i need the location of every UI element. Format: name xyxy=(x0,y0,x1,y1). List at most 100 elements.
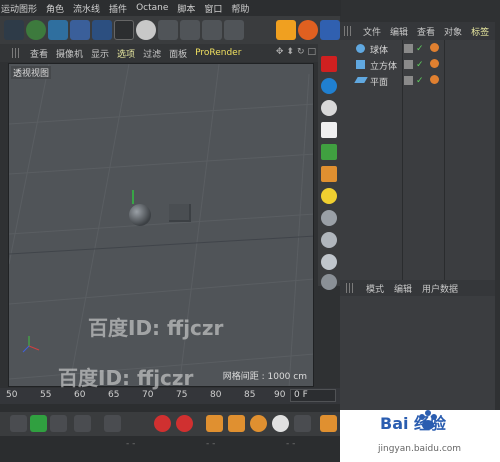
main-toolbar xyxy=(0,16,340,44)
object-manager-menubar: 文件 编辑 查看 对象 标签 xyxy=(340,22,495,40)
sphere-object[interactable] xyxy=(129,204,151,226)
timeline-tick: 55 xyxy=(40,390,52,400)
am-menu-edit[interactable]: 编辑 xyxy=(394,282,412,295)
list-item[interactable]: 立方体 ✓ xyxy=(340,58,495,72)
octane-icon[interactable] xyxy=(276,20,296,40)
scale-key-icon[interactable] xyxy=(228,415,245,432)
menu-script[interactable]: 脚本 xyxy=(177,2,195,15)
sphere-material-icon[interactable] xyxy=(321,210,337,226)
scene-icon[interactable] xyxy=(224,20,244,40)
loop-icon[interactable] xyxy=(74,415,91,432)
octane-tag-icon[interactable] xyxy=(430,75,439,84)
timeline-tick: 70 xyxy=(142,390,154,400)
timeline-editor-icon[interactable] xyxy=(320,415,337,432)
nurbs-icon[interactable] xyxy=(70,20,90,40)
menu-octane[interactable]: Octane xyxy=(136,3,168,13)
pla-key-icon[interactable] xyxy=(294,415,311,432)
attribute-manager-menubar: 模式 编辑 用户数据 xyxy=(340,280,495,296)
separator-dots: - - xyxy=(126,439,136,449)
move-view-icon[interactable]: ✥ xyxy=(276,47,284,57)
timeline-scrubber[interactable] xyxy=(0,404,340,412)
timeline-tick: 90 xyxy=(274,390,286,400)
target-icon[interactable] xyxy=(321,100,337,116)
watermark: 百度ID: ffjczr xyxy=(58,366,194,390)
rotate-view-icon[interactable]: ↻ xyxy=(297,47,305,57)
sun-icon[interactable] xyxy=(321,188,337,204)
om-menu-tags[interactable]: 标签 xyxy=(471,25,489,38)
layer-tag-icon[interactable] xyxy=(404,60,413,69)
gloss-material-icon[interactable] xyxy=(321,232,337,248)
menu-pipeline[interactable]: 流水线 xyxy=(73,2,100,15)
menu-plugins[interactable]: 插件 xyxy=(109,2,127,15)
om-menu-edit[interactable]: 编辑 xyxy=(390,25,408,38)
viewport-menu-camera[interactable]: 摄像机 xyxy=(56,47,83,60)
viewport-nav-controls: ✥ ⬍ ↻ □ xyxy=(276,47,316,57)
menu-character[interactable]: 角色 xyxy=(46,2,64,15)
camera-icon[interactable] xyxy=(114,20,134,40)
menu-window[interactable]: 窗口 xyxy=(204,2,222,15)
viewport-menubar: 查看 摄像机 显示 选项 过滤 面板 ProRender ✥ ⬍ ↻ □ xyxy=(0,44,318,62)
octane-tag-icon[interactable] xyxy=(430,43,439,52)
maximize-view-icon[interactable]: □ xyxy=(307,47,316,57)
om-menu-object[interactable]: 对象 xyxy=(444,25,462,38)
om-menu-file[interactable]: 文件 xyxy=(363,25,381,38)
plane-icon xyxy=(354,77,368,83)
pen-icon[interactable] xyxy=(4,20,24,40)
render-icon[interactable] xyxy=(321,56,337,72)
current-frame-field[interactable]: 0 F xyxy=(290,389,336,402)
character-icon[interactable] xyxy=(158,20,178,40)
octane-tag-icon[interactable] xyxy=(430,59,439,68)
s-plugin-icon[interactable] xyxy=(298,20,318,40)
viewport-menu-display[interactable]: 显示 xyxy=(91,47,109,60)
viewport-menu-prorender[interactable]: ProRender xyxy=(195,48,241,58)
grip-handle-icon[interactable] xyxy=(344,26,352,36)
menu-mograph[interactable]: 运动图形 xyxy=(1,2,37,15)
separator-dots: - - xyxy=(206,439,216,449)
subdivision-icon[interactable] xyxy=(48,20,68,40)
goto-end-icon[interactable] xyxy=(104,415,121,432)
menu-help[interactable]: 帮助 xyxy=(231,2,249,15)
area-light-icon[interactable] xyxy=(321,122,337,138)
record-icon[interactable] xyxy=(154,415,171,432)
rotate-key-icon[interactable] xyxy=(250,415,267,432)
cube-primitive-icon[interactable] xyxy=(26,20,46,40)
light-icon[interactable] xyxy=(136,20,156,40)
grip-handle-icon[interactable] xyxy=(346,283,354,293)
viewport-menu-view[interactable]: 查看 xyxy=(30,47,48,60)
deformer-icon[interactable] xyxy=(202,20,222,40)
om-menu-view[interactable]: 查看 xyxy=(417,25,435,38)
list-item[interactable]: 球体 ✓ xyxy=(340,42,495,56)
help-icon[interactable] xyxy=(176,415,193,432)
move-key-icon[interactable] xyxy=(206,415,223,432)
material-icon[interactable] xyxy=(321,78,337,94)
cube-object[interactable] xyxy=(169,204,191,222)
visibility-check-icon[interactable]: ✓ xyxy=(416,60,424,70)
play-icon[interactable] xyxy=(30,415,47,432)
viewport-menu-options[interactable]: 选项 xyxy=(117,47,135,60)
plugin-icon[interactable] xyxy=(320,20,340,40)
am-menu-userdata[interactable]: 用户数据 xyxy=(422,282,458,295)
visibility-check-icon[interactable]: ✓ xyxy=(416,76,424,86)
gear-icon[interactable] xyxy=(321,144,337,160)
layer-tag-icon[interactable] xyxy=(404,44,413,53)
box-icon[interactable] xyxy=(321,166,337,182)
grid-spacing-info: 网格间距 : 1000 cm xyxy=(222,372,307,382)
object-name: 球体 xyxy=(370,46,389,56)
am-menu-mode[interactable]: 模式 xyxy=(366,282,384,295)
mograph-cloner-icon[interactable] xyxy=(92,20,112,40)
goto-start-icon[interactable] xyxy=(10,415,27,432)
zoom-view-icon[interactable]: ⬍ xyxy=(286,47,294,57)
baidu-logo: Bai 经验 xyxy=(380,414,447,433)
mix-material-icon[interactable] xyxy=(321,274,337,290)
viewport-menu-filter[interactable]: 过滤 xyxy=(143,47,161,60)
grip-handle-icon[interactable] xyxy=(12,48,20,58)
specular-material-icon[interactable] xyxy=(321,254,337,270)
viewport-menu-panel[interactable]: 面板 xyxy=(169,47,187,60)
grid-icon[interactable] xyxy=(180,20,200,40)
list-item[interactable]: 平面 ✓ xyxy=(340,74,495,88)
bottom-bar: - - - - - - xyxy=(0,436,340,462)
param-key-icon[interactable] xyxy=(272,415,289,432)
visibility-check-icon[interactable]: ✓ xyxy=(416,44,424,54)
next-frame-icon[interactable] xyxy=(50,415,67,432)
layer-tag-icon[interactable] xyxy=(404,76,413,85)
